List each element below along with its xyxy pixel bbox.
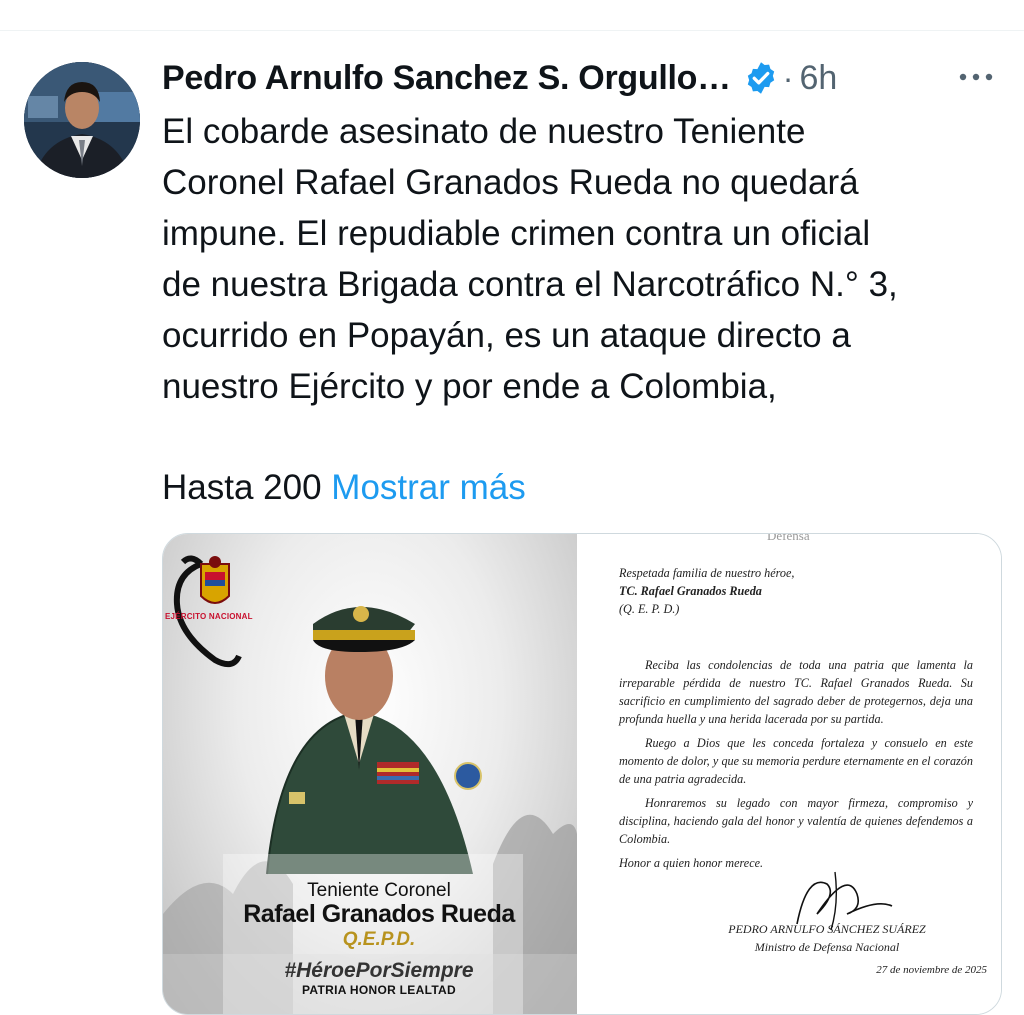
tribute-image[interactable]: EJÉRCITO NACIONAL Teniente Coronel Rafae… xyxy=(163,534,577,1014)
post-truncated-line: Hasta 200 Mostrar más xyxy=(162,462,1012,513)
letter-honoree: TC. Rafael Granados Rueda xyxy=(619,584,762,598)
letter-paragraph-1: Reciba las condolencias de toda una patr… xyxy=(619,658,973,726)
emblem-label: EJÉRCITO NACIONAL xyxy=(165,612,253,621)
top-divider xyxy=(0,30,1024,31)
post-tail-text: Hasta 200 xyxy=(162,468,322,507)
post-header: Pedro Arnulfo Sanchez S. Orgullo… · 6h xyxy=(162,56,837,100)
army-emblem xyxy=(200,556,230,604)
post-text: El cobarde asesinato de nuestro Teniente… xyxy=(162,106,1012,513)
author-name[interactable]: Pedro Arnulfo Sanchez S. Orgullo… xyxy=(162,59,731,98)
letter-date: 27 de noviembre de 2025 xyxy=(876,964,987,976)
letter-salutation: Respetada familia de nuestro héroe, xyxy=(619,566,795,580)
tribute-name: Rafael Granados Rueda xyxy=(243,900,515,928)
media-gallery[interactable]: EJÉRCITO NACIONAL Teniente Coronel Rafae… xyxy=(162,533,1002,1015)
letter-paragraph-3: Honraremos su legado con mayor firmeza, … xyxy=(619,796,973,846)
avatar-photo xyxy=(24,62,140,178)
verified-badge-icon xyxy=(743,60,779,96)
more-options-icon[interactable] xyxy=(954,62,998,92)
tribute-motto: PATRIA HONOR LEALTAD xyxy=(302,983,456,997)
post-body: El cobarde asesinato de nuestro Teniente… xyxy=(162,112,898,406)
letter-signer-title: Ministro de Defensa Nacional xyxy=(754,940,900,954)
tribute-rank: Teniente Coronel xyxy=(307,880,451,901)
soldier-portrait xyxy=(266,606,482,875)
tribute-hashtag: #HéroePorSiempre xyxy=(284,959,474,982)
letter-body: Reciba las condolencias de toda una patr… xyxy=(619,656,973,872)
letter-salutation-block: Respetada familia de nuestro héroe, TC. … xyxy=(619,564,973,618)
show-more-link[interactable]: Mostrar más xyxy=(331,468,525,507)
letter-rip: (Q. E. P. D.) xyxy=(619,602,680,616)
tribute-qepd: Q.E.P.D. xyxy=(342,929,416,950)
post-time[interactable]: 6h xyxy=(799,59,837,98)
letter-signer: PEDRO ARNULFO SÁNCHEZ SUÁREZ xyxy=(728,922,926,936)
separator-dot: · xyxy=(782,59,794,96)
author-avatar[interactable] xyxy=(24,62,140,178)
letter-header-fragment: Defensa xyxy=(767,534,810,543)
letter-paragraph-2: Ruego a Dios que les conceda fortaleza y… xyxy=(619,736,973,786)
condolence-letter-image[interactable]: Defensa Respetada familia de nuestro hér… xyxy=(587,534,1001,1014)
